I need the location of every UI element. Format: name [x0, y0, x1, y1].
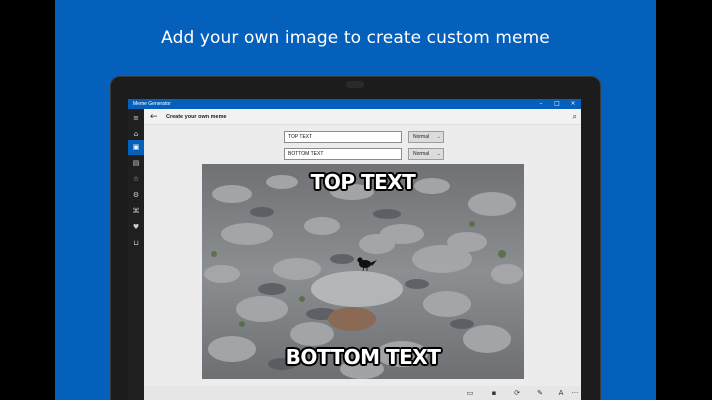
bottom-text-size-label: Normal	[413, 151, 430, 157]
minimize-icon[interactable]: –	[533, 99, 549, 109]
translate-icon[interactable]: ⌘	[128, 204, 144, 219]
top-text-size-select[interactable]: Normal ⌄	[408, 131, 444, 143]
search-icon[interactable]: ⌕	[573, 109, 577, 125]
more-icon[interactable]: ···	[568, 386, 581, 400]
hamburger-menu-icon[interactable]: ≡	[128, 111, 144, 126]
favorites-icon[interactable]: ☆	[128, 172, 144, 187]
open-folder-icon[interactable]: ▭	[463, 386, 477, 400]
save-icon[interactable]: ▪	[487, 386, 501, 400]
font-icon[interactable]: A	[554, 386, 568, 400]
gallery-icon[interactable]: ▤	[128, 156, 144, 171]
meme-bottom-caption: BOTTOM TEXT	[285, 345, 441, 369]
share-icon[interactable]: ⟳	[510, 386, 524, 400]
top-text-size-label: Normal	[413, 134, 430, 140]
maximize-icon[interactable]: □	[549, 99, 565, 109]
settings-icon[interactable]: ⚙	[128, 188, 144, 203]
cart-icon[interactable]: ⊔	[128, 236, 144, 251]
back-arrow-icon[interactable]: ←	[150, 109, 158, 125]
command-bar: ▭ ▪ ⟳ ✎ A ···	[144, 386, 581, 400]
camera-icon	[346, 81, 364, 88]
page-title: Create your own meme	[166, 114, 227, 120]
app-window: Meme Generator – □ × ≡ ⌂ ▣ ▤ ☆ ⚙ ⌘ ♥ ⊔ ←…	[128, 99, 581, 400]
meme-canvas[interactable]: TOP TEXT BOTTOM TEXT	[202, 164, 524, 379]
chevron-down-icon: ⌄	[436, 134, 441, 140]
app-title: Meme Generator	[133, 101, 171, 107]
meme-editor-icon[interactable]: ▣	[128, 140, 144, 155]
chevron-down-icon: ⌄	[436, 151, 441, 157]
top-text-input[interactable]: TOP TEXT	[284, 131, 402, 143]
like-icon[interactable]: ♥	[128, 220, 144, 235]
sidebar: ≡ ⌂ ▣ ▤ ☆ ⚙ ⌘ ♥ ⊔	[128, 109, 144, 400]
title-bar: Meme Generator	[128, 99, 581, 109]
promo-headline: Add your own image to create custom meme	[161, 28, 550, 48]
bottom-text-input[interactable]: BOTTOM TEXT	[284, 148, 402, 160]
page-header: ← Create your own meme ⌕	[144, 109, 581, 125]
pen-icon[interactable]: ✎	[533, 386, 547, 400]
meme-top-caption: TOP TEXT	[310, 170, 416, 194]
close-icon[interactable]: ×	[565, 99, 581, 109]
bottom-text-size-select[interactable]: Normal ⌄	[408, 148, 444, 160]
